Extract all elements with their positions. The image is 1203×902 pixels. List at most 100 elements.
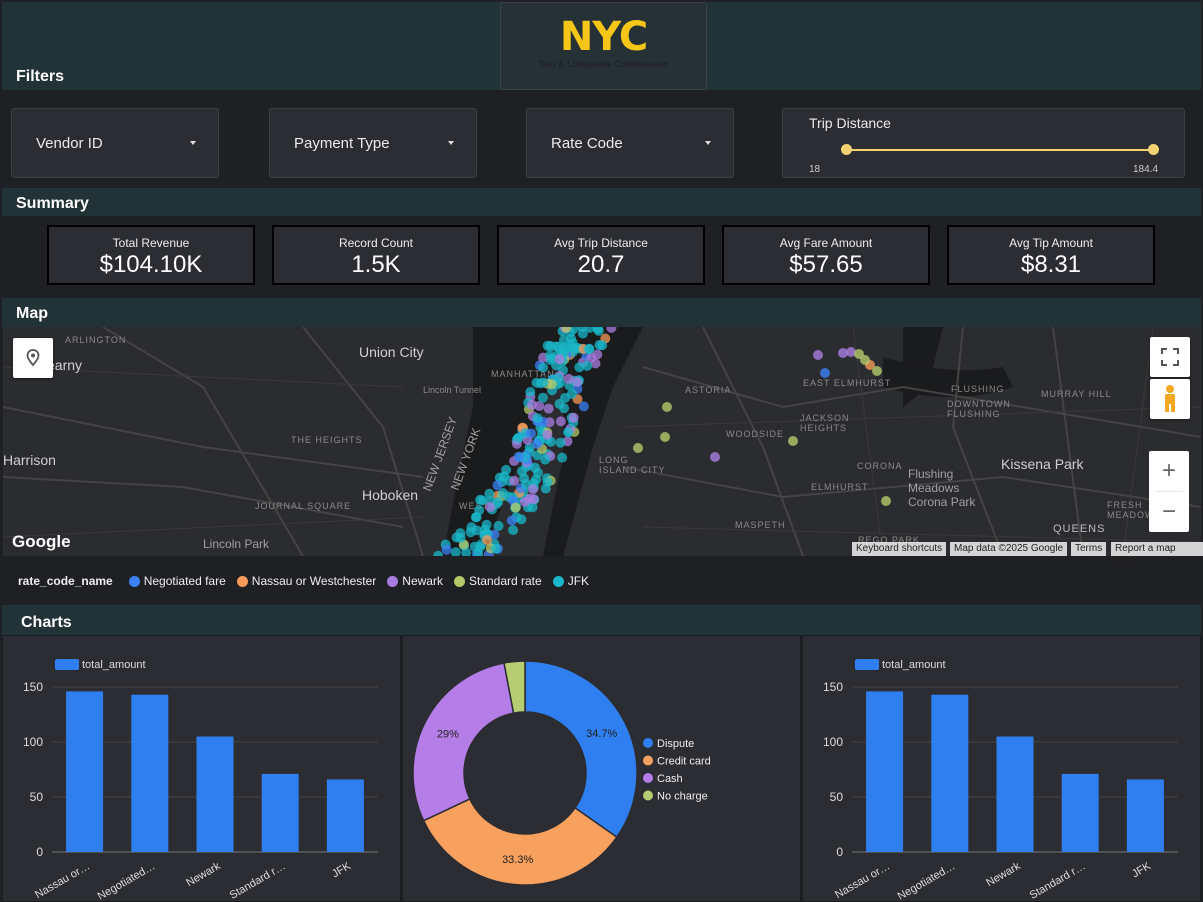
kpi-label: Avg Tip Amount [1009, 236, 1093, 250]
legend-dot [643, 773, 653, 783]
legend-label: Cash [657, 773, 683, 785]
legend-item-nassau[interactable]: Nassau or Westchester [236, 574, 376, 588]
slice-label: 29% [437, 729, 459, 741]
trip-point [466, 522, 477, 533]
y-tick-label: 50 [830, 790, 844, 804]
slider-max-handle[interactable] [1148, 144, 1159, 155]
bar-chart-right: total_amount 0 50 100 150 Nassau or… Negotiate… [823, 659, 1178, 902]
trip-point [574, 362, 585, 373]
charts-title: Charts [21, 614, 72, 631]
location-icon[interactable] [13, 338, 53, 378]
trip-point [520, 496, 530, 507]
legend-item-negotiated-fare[interactable]: Negotiated fare [128, 574, 226, 588]
trip-point [481, 519, 492, 530]
trip-point [525, 428, 536, 439]
bar[interactable] [996, 736, 1034, 853]
zoom-in-icon[interactable]: + [1149, 451, 1189, 491]
legend-item-jfk[interactable]: JFK [552, 574, 589, 588]
kpi-label: Avg Fare Amount [779, 236, 873, 250]
bar[interactable] [931, 694, 969, 852]
trip-point [433, 550, 444, 556]
rate-code-label: Rate Code [551, 135, 623, 152]
legend-swatch [855, 659, 879, 670]
trip-point [542, 429, 553, 440]
fullscreen-icon[interactable] [1150, 337, 1190, 377]
bar[interactable] [326, 779, 364, 852]
trip-point [508, 525, 519, 536]
donut-slice[interactable] [412, 662, 515, 822]
kpi-avg-fare-amount: Avg Fare Amount $57.65 [722, 225, 930, 285]
legend-item-newark[interactable]: Newark [387, 574, 443, 588]
trip-point [513, 432, 524, 443]
map-title: Map [16, 305, 48, 322]
trip-point [516, 514, 527, 525]
map-canvas[interactable]: ARLINGTON earny Union City Lincoln Tunne… [3, 327, 1201, 556]
trip-point [527, 484, 538, 495]
legend-dot [643, 738, 653, 748]
terms-link[interactable]: Terms [1071, 542, 1107, 556]
bar[interactable] [1126, 779, 1164, 852]
nyc-tlc-logo: NYC Taxi & Limousine Commission [500, 2, 707, 90]
vendor-id-dropdown[interactable]: Vendor ID [11, 108, 219, 178]
trip-point [450, 547, 461, 556]
report-map-error-link[interactable]: Report a map error [1111, 542, 1203, 566]
trip-distance-label: Trip Distance [809, 115, 891, 131]
kpi-value: 20.7 [577, 251, 625, 278]
trip-point [567, 337, 578, 348]
trip-point [532, 438, 542, 449]
rate-code-dropdown[interactable]: Rate Code [526, 108, 734, 178]
kpi-value: 1.5K [351, 251, 401, 278]
trip-point [838, 348, 848, 358]
x-tick-label: Newark [184, 860, 223, 889]
keyboard-shortcuts-link[interactable]: Keyboard shortcuts [852, 542, 947, 556]
trip-point [593, 327, 604, 336]
y-tick-label: 0 [836, 845, 843, 859]
trip-point [491, 543, 501, 554]
trip-point [563, 373, 574, 384]
trip-point [527, 399, 538, 410]
trip-point [568, 412, 579, 423]
x-tick-label: JFK [330, 860, 354, 881]
slider-track[interactable] [846, 149, 1153, 151]
legend-dot [453, 575, 465, 587]
trip-point [533, 467, 543, 478]
y-tick-label: 100 [23, 735, 43, 749]
zoom-out-icon[interactable]: − [1149, 492, 1189, 532]
bar[interactable] [261, 773, 299, 852]
trip-point [538, 362, 549, 373]
bar[interactable] [131, 694, 169, 852]
donut-chart-panel: 34.7% 33.3% 29% Dispute Credit card Cash No ch… [402, 635, 801, 902]
map-legend: rate_code_name Negotiated fare Nassau or… [18, 573, 600, 589]
slice-label: 34.7% [586, 728, 617, 740]
logo-subtitle: Taxi & Limousine Commission [538, 59, 669, 69]
vendor-id-label: Vendor ID [36, 135, 103, 152]
y-tick-label: 50 [30, 790, 44, 804]
payment-type-label: Payment Type [294, 135, 390, 152]
charts-header [2, 605, 1201, 635]
x-tick-label: JFK [1130, 860, 1154, 881]
legend-title: rate_code_name [18, 574, 113, 588]
bar[interactable] [66, 691, 104, 852]
bar-chart-panel-left: total_amount 0 50 100 150 Nassau or… Negotiate… [2, 635, 401, 902]
trip-point [563, 427, 574, 438]
trip-points [433, 327, 891, 556]
x-tick-label: Newark [984, 860, 1023, 889]
payment-type-dropdown[interactable]: Payment Type [269, 108, 477, 178]
trip-point [506, 515, 517, 526]
bar[interactable] [196, 736, 234, 853]
kpi-avg-trip-distance: Avg Trip Distance 20.7 [497, 225, 705, 285]
trip-point [517, 466, 528, 477]
bar[interactable] [866, 691, 904, 852]
slider-min-handle[interactable] [841, 144, 852, 155]
legend-item-standard-rate[interactable]: Standard rate [453, 574, 542, 588]
legend-label: total_amount [882, 659, 946, 671]
pegman-icon[interactable] [1150, 379, 1190, 419]
legend-dot [643, 790, 653, 801]
trip-point [597, 340, 608, 351]
donut-slice[interactable] [524, 660, 638, 839]
bar[interactable] [1061, 773, 1099, 852]
trip-point [475, 494, 486, 505]
legend-swatch [55, 659, 79, 670]
trip-point [537, 392, 548, 403]
y-tick-label: 150 [823, 680, 843, 694]
